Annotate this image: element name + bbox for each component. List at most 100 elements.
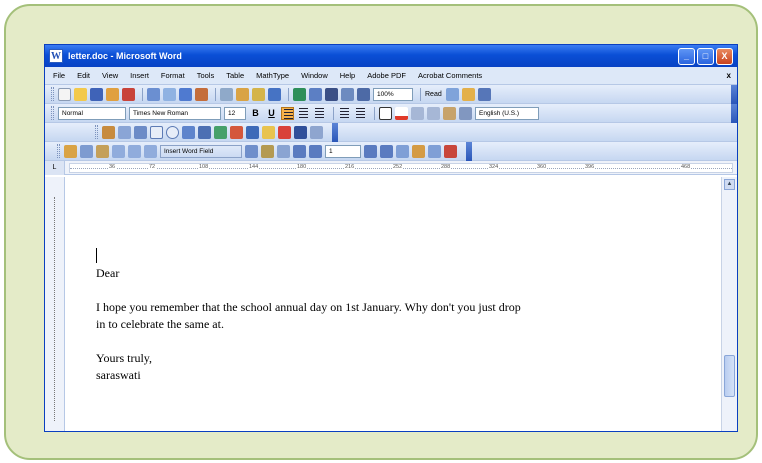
print-icon[interactable] (147, 87, 160, 101)
minimize-button[interactable]: _ (678, 47, 695, 65)
hyperlink-icon[interactable] (293, 87, 306, 101)
wordart-icon[interactable] (198, 125, 211, 139)
ruler-scale[interactable]: 36 72 108 144 180 216 252 288 324 360 396 468 (69, 162, 733, 173)
close-button[interactable]: X (716, 47, 733, 65)
font-size-select[interactable]: 12 (224, 106, 246, 120)
open-icon[interactable] (74, 87, 87, 101)
open-data-source-icon[interactable] (80, 144, 93, 158)
scroll-thumb[interactable] (724, 355, 735, 397)
draw-icon[interactable] (102, 125, 115, 139)
menu-help[interactable]: Help (340, 71, 355, 80)
read-button[interactable]: Read (425, 91, 442, 98)
superscript-icon[interactable] (443, 106, 456, 120)
bold-button[interactable]: B (249, 108, 262, 118)
language-select[interactable]: English (U.S.) (475, 106, 539, 120)
highlight-fields-icon[interactable] (261, 144, 274, 158)
format-painter-icon[interactable] (252, 87, 265, 101)
reading-layout-icon[interactable] (445, 87, 459, 101)
document-close-button[interactable]: x (727, 71, 731, 80)
diagram-icon[interactable] (214, 125, 227, 139)
toolbar-grip[interactable] (51, 87, 54, 101)
record-number-field[interactable]: 1 (325, 144, 361, 158)
shrink-font-icon[interactable] (427, 106, 440, 120)
main-document-icon[interactable] (64, 144, 77, 158)
select-objects-icon[interactable] (118, 125, 131, 139)
show-hide-icon[interactable] (357, 87, 370, 101)
cut-icon[interactable] (220, 87, 233, 101)
print-preview-icon[interactable] (163, 87, 176, 101)
tables-borders-icon[interactable] (309, 87, 322, 101)
rectangle-icon[interactable] (150, 125, 163, 139)
font-select[interactable]: Times New Roman (129, 106, 221, 120)
permission-icon[interactable] (106, 87, 119, 101)
menu-view[interactable]: View (102, 71, 118, 80)
document-page[interactable]: Dear I hope you remember that the school… (65, 177, 721, 431)
toolbar-grip[interactable] (57, 144, 60, 158)
save-icon[interactable] (90, 87, 103, 101)
pdf-icon[interactable] (477, 87, 491, 101)
clipart-icon[interactable] (230, 125, 243, 139)
merge-fields-icon[interactable] (144, 144, 157, 158)
paste-icon[interactable] (236, 87, 249, 101)
address-block-icon[interactable] (112, 144, 125, 158)
match-fields-icon[interactable] (277, 144, 290, 158)
menu-window[interactable]: Window (301, 71, 328, 80)
menu-insert[interactable]: Insert (130, 71, 149, 80)
toolbar-grip[interactable] (95, 125, 98, 139)
menu-edit[interactable]: Edit (77, 71, 90, 80)
zoom-select[interactable]: 100% (373, 87, 413, 101)
insert-word-field-dropdown[interactable]: Insert Word Field (160, 144, 242, 158)
numbering-button[interactable] (338, 106, 351, 120)
grow-font-icon[interactable] (411, 106, 424, 120)
spelling-icon[interactable] (179, 87, 192, 101)
fill-color-icon[interactable] (262, 125, 275, 139)
email-icon[interactable] (122, 87, 135, 101)
last-record-icon[interactable] (380, 144, 393, 158)
research-icon[interactable] (195, 87, 208, 101)
menu-tools[interactable]: Tools (197, 71, 215, 80)
recipients-icon[interactable] (96, 144, 109, 158)
menu-format[interactable]: Format (161, 71, 185, 80)
align-center-button[interactable] (297, 106, 310, 120)
undo-icon[interactable] (268, 87, 281, 101)
direction-icon[interactable] (459, 106, 472, 120)
vertical-ruler[interactable] (45, 177, 65, 431)
insert-excel-icon[interactable] (341, 87, 354, 101)
vertical-scrollbar[interactable]: ▲ (721, 177, 737, 431)
borders-icon[interactable] (379, 106, 392, 120)
merge-to-email-icon[interactable] (444, 144, 457, 158)
toolbar-grip[interactable] (51, 106, 54, 120)
menu-file[interactable]: File (53, 71, 65, 80)
insert-table-icon[interactable] (325, 87, 338, 101)
underline-button[interactable]: U (265, 108, 278, 118)
textbox-icon[interactable] (182, 125, 195, 139)
style-select[interactable]: Normal (58, 106, 126, 120)
merge-to-printer-icon[interactable] (428, 144, 441, 158)
shadow-icon[interactable] (310, 125, 323, 139)
menu-mathtype[interactable]: MathType (256, 71, 289, 80)
text-color-icon[interactable] (294, 125, 307, 139)
bullets-button[interactable] (354, 106, 367, 120)
font-color-icon[interactable] (395, 106, 408, 120)
rotate-icon[interactable] (134, 125, 147, 139)
oval-icon[interactable] (166, 125, 179, 139)
greeting-line-icon[interactable] (128, 144, 141, 158)
next-record-icon[interactable] (364, 144, 377, 158)
picture-icon[interactable] (246, 125, 259, 139)
tab-selector[interactable]: L (45, 160, 65, 175)
new-icon[interactable] (58, 87, 71, 101)
first-record-icon[interactable] (293, 144, 306, 158)
find-entry-icon[interactable] (396, 144, 409, 158)
align-left-button[interactable] (281, 106, 294, 120)
align-right-button[interactable] (313, 106, 326, 120)
previous-record-icon[interactable] (309, 144, 322, 158)
folder-icon[interactable] (461, 87, 475, 101)
menu-table[interactable]: Table (226, 71, 244, 80)
line-color-icon[interactable] (278, 125, 291, 139)
menu-acrobat-comments[interactable]: Acrobat Comments (418, 71, 482, 80)
menu-adobe-pdf[interactable]: Adobe PDF (367, 71, 406, 80)
scroll-up-icon[interactable]: ▲ (724, 179, 735, 190)
merge-to-document-icon[interactable] (412, 144, 425, 158)
maximize-button[interactable]: □ (697, 47, 714, 65)
view-merged-data-icon[interactable] (245, 144, 258, 158)
